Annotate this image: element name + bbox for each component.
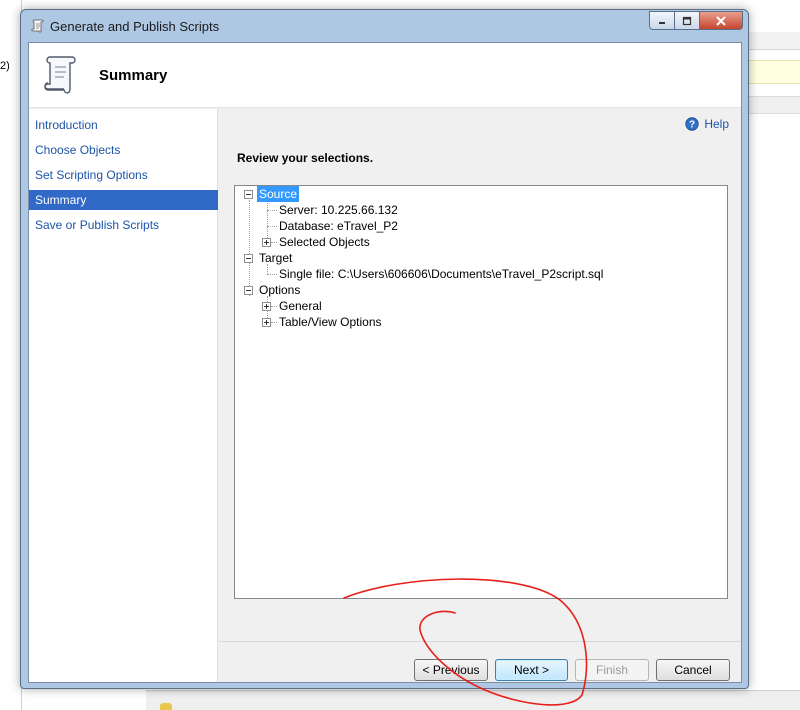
collapse-icon[interactable]: [244, 254, 253, 263]
tree-node-options[interactable]: Options: [259, 282, 300, 298]
cancel-button[interactable]: Cancel: [656, 659, 730, 681]
expand-icon[interactable]: [262, 302, 271, 311]
close-button[interactable]: [699, 11, 743, 30]
minimize-icon: [659, 21, 665, 24]
tree-connector: [267, 226, 277, 227]
tree-connector: [267, 210, 277, 211]
summary-tree[interactable]: Source Server: 10.225.66.132 Database: e…: [234, 185, 728, 599]
main-panel: ? Help Review your selections. Source Se…: [219, 109, 741, 641]
background-text: 2): [0, 60, 10, 72]
dialog-client-area: Summary Introduction Choose Objects Set …: [28, 42, 742, 683]
tree-node-general[interactable]: General: [279, 298, 322, 314]
tree-node-target[interactable]: Target: [259, 250, 292, 266]
next-button[interactable]: Next >: [495, 659, 568, 681]
generate-publish-scripts-dialog: Generate and Publish Scripts Summary Int…: [20, 9, 749, 689]
background-header-bar: [745, 96, 800, 114]
tree-node-single-file[interactable]: Single file: C:\Users\606606\Documents\e…: [279, 266, 603, 282]
help-label: Help: [704, 117, 729, 131]
nav-item-set-scripting-options[interactable]: Set Scripting Options: [29, 165, 218, 185]
nav-item-save-or-publish[interactable]: Save or Publish Scripts: [29, 215, 218, 235]
expand-icon[interactable]: [262, 318, 271, 327]
expand-icon[interactable]: [262, 238, 271, 247]
finish-button[interactable]: Finish: [575, 659, 649, 681]
database-icon: [160, 703, 172, 710]
help-icon: ?: [685, 117, 700, 131]
minimize-button[interactable]: [649, 11, 675, 30]
tree-connector: [271, 306, 277, 307]
collapse-icon[interactable]: [244, 286, 253, 295]
close-icon: [716, 15, 726, 26]
tree-node-database[interactable]: Database: eTravel_P2: [279, 218, 398, 234]
window-controls: [649, 11, 743, 30]
previous-button[interactable]: < Previous: [414, 659, 488, 681]
tree-node-selected-objects[interactable]: Selected Objects: [279, 234, 370, 250]
button-separator: [219, 641, 741, 642]
wizard-nav: Introduction Choose Objects Set Scriptin…: [29, 109, 218, 682]
title-bar[interactable]: Generate and Publish Scripts: [21, 10, 748, 43]
tree-node-source[interactable]: Source: [257, 186, 300, 202]
script-scroll-icon: [44, 56, 76, 94]
tree-connector: [267, 274, 277, 275]
tree-node-table-view-options[interactable]: Table/View Options: [279, 314, 382, 330]
tree-node-server[interactable]: Server: 10.225.66.132: [279, 202, 398, 218]
tree-connector: [249, 200, 250, 296]
nav-item-introduction[interactable]: Introduction: [29, 115, 218, 135]
page-title: Summary: [99, 67, 168, 84]
background-toolbar: [740, 32, 800, 50]
review-heading: Review your selections.: [237, 151, 374, 165]
tree-connector: [271, 322, 277, 323]
nav-item-summary[interactable]: Summary: [29, 190, 218, 210]
tree-connector: [271, 242, 277, 243]
help-link[interactable]: ? Help: [685, 117, 729, 131]
collapse-icon[interactable]: [244, 190, 253, 199]
svg-text:?: ?: [689, 120, 695, 131]
maximize-icon: [682, 16, 692, 25]
script-scroll-icon: [31, 19, 44, 33]
window-title: Generate and Publish Scripts: [50, 19, 220, 34]
maximize-button[interactable]: [674, 11, 700, 30]
background-status-bar: [146, 690, 800, 710]
background-app-panel: 2): [0, 0, 22, 710]
page-header: Summary: [29, 43, 741, 108]
background-info-bar: [745, 60, 800, 84]
nav-item-choose-objects[interactable]: Choose Objects: [29, 140, 218, 160]
